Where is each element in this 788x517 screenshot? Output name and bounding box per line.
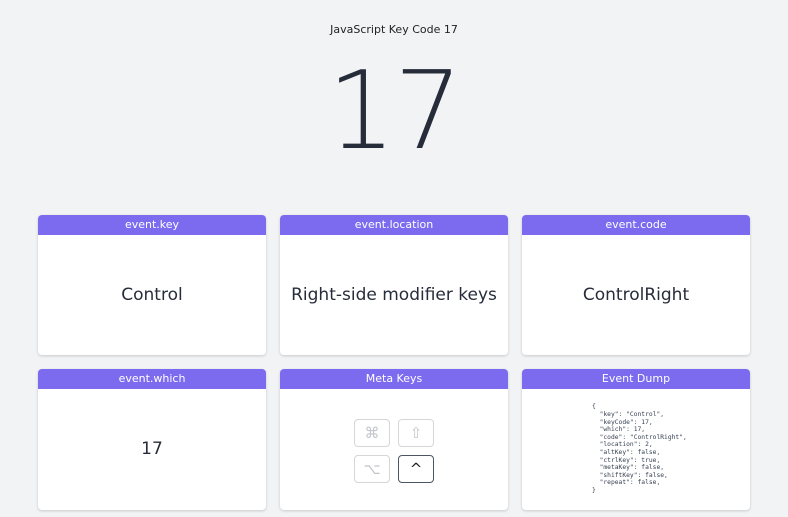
page-title: JavaScript Key Code 17 <box>330 23 458 36</box>
control-key-icon: ^ <box>398 455 434 483</box>
event-which-value: 17 <box>141 439 163 459</box>
card-header: event.location <box>280 215 508 235</box>
event-key-value: Control <box>121 285 183 305</box>
key-code-display: 17 <box>327 49 462 174</box>
shift-key-icon: ⇧ <box>398 419 434 447</box>
card-header: event.which <box>38 369 266 389</box>
card-header: event.code <box>522 215 750 235</box>
command-key-icon: ⌘ <box>354 419 390 447</box>
card-header: event.key <box>38 215 266 235</box>
event-dump-card: Event Dump { "key": "Control", "keyCode"… <box>522 369 750 510</box>
meta-keys-card: Meta Keys ⌘ ⇧ ⌥ ^ <box>280 369 508 510</box>
event-location-card: event.location Right-side modifier keys <box>280 215 508 355</box>
event-dump-body: { "key": "Control", "keyCode": 17, "whic… <box>522 389 750 509</box>
event-code-value: ControlRight <box>582 285 690 305</box>
event-location-value: Right-side modifier keys <box>291 285 497 305</box>
event-which-card: event.which 17 <box>38 369 266 510</box>
option-key-icon: ⌥ <box>354 455 390 483</box>
card-header: Meta Keys <box>280 369 508 389</box>
event-dump-json: { "key": "Control", "keyCode": 17, "whic… <box>592 403 687 494</box>
meta-keys-body: ⌘ ⇧ ⌥ ^ <box>280 389 508 509</box>
event-code-card: event.code ControlRight <box>522 215 750 355</box>
card-header: Event Dump <box>522 369 750 389</box>
meta-keys-grid: ⌘ ⇧ ⌥ ^ <box>354 419 434 483</box>
event-key-card: event.key Control <box>38 215 266 355</box>
